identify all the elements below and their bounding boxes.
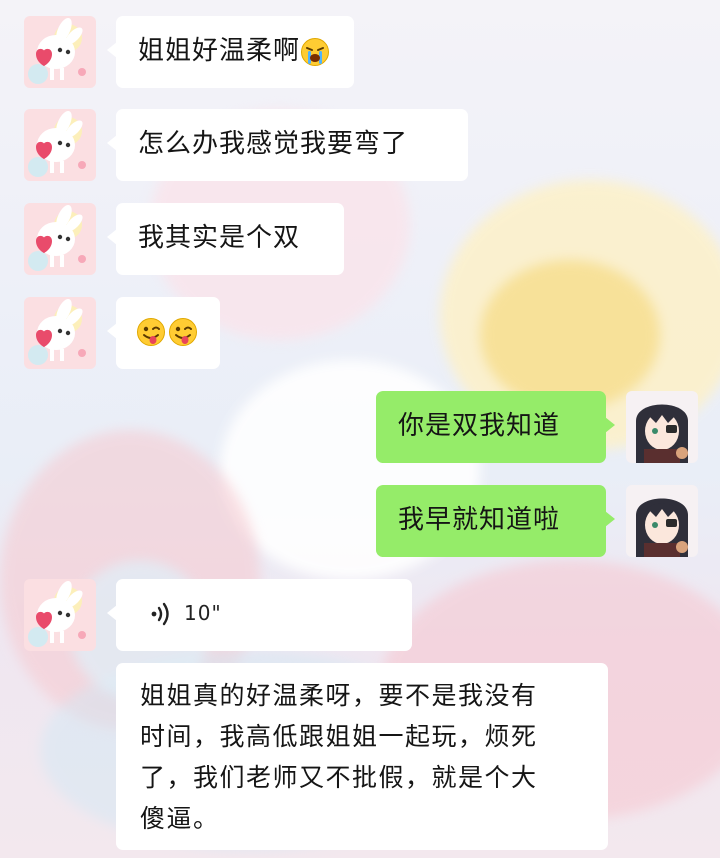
anime-girl-avatar-icon [626,485,698,557]
message-bubble-1[interactable]: 姐姐好温柔啊 [107,16,354,88]
message-text: 你是双我知道 [398,411,561,441]
pink-bunny-avatar-icon [24,109,96,181]
voice-duration: 10" [184,601,222,625]
contact-avatar[interactable] [24,16,96,88]
self-avatar[interactable] [626,485,698,557]
winking-face-with-tongue-icon [169,318,197,346]
voice-wave-icon [151,602,169,626]
anime-girl-avatar-icon [626,391,698,463]
message-text: 怎么办我感觉我要弯了 [138,129,409,159]
message-text: 我其实是个双 [138,223,301,253]
self-avatar[interactable] [626,391,698,463]
contact-avatar[interactable] [24,203,96,275]
message-bubble-3[interactable]: 我其实是个双 [107,203,344,275]
message-bubble-2[interactable]: 怎么办我感觉我要弯了 [107,109,468,181]
message-text-line: 了，我们老师又不批假，就是个大 [140,763,538,792]
message-bubble-4[interactable] [107,297,220,369]
pink-bunny-avatar-icon [24,203,96,275]
message-text-line: 姐姐真的好温柔呀，要不是我没有 [140,681,538,710]
winking-face-with-tongue-icon [137,318,165,346]
contact-avatar[interactable] [24,579,96,651]
pink-bunny-avatar-icon [24,579,96,651]
message-text: 我早就知道啦 [398,505,561,535]
contact-avatar[interactable] [24,297,96,369]
message-text: 姐姐好温柔啊 [138,36,301,66]
message-text-line: 傻逼。 [140,804,220,833]
message-text-line: 时间，我高低跟姐姐一起玩，烦死 [140,722,538,751]
contact-avatar[interactable] [24,109,96,181]
message-bubble-8[interactable]: 姐姐真的好温柔呀，要不是我没有 时间，我高低跟姐姐一起玩，烦死 了，我们老师又不… [116,663,608,850]
message-bubble-6[interactable]: 我早就知道啦 [376,485,615,557]
loudly-crying-face-icon [301,37,330,66]
message-bubble-5[interactable]: 你是双我知道 [376,391,615,463]
pink-bunny-avatar-icon [24,297,96,369]
voice-message-bubble[interactable]: 10" [107,579,412,651]
pink-bunny-avatar-icon [24,16,96,88]
